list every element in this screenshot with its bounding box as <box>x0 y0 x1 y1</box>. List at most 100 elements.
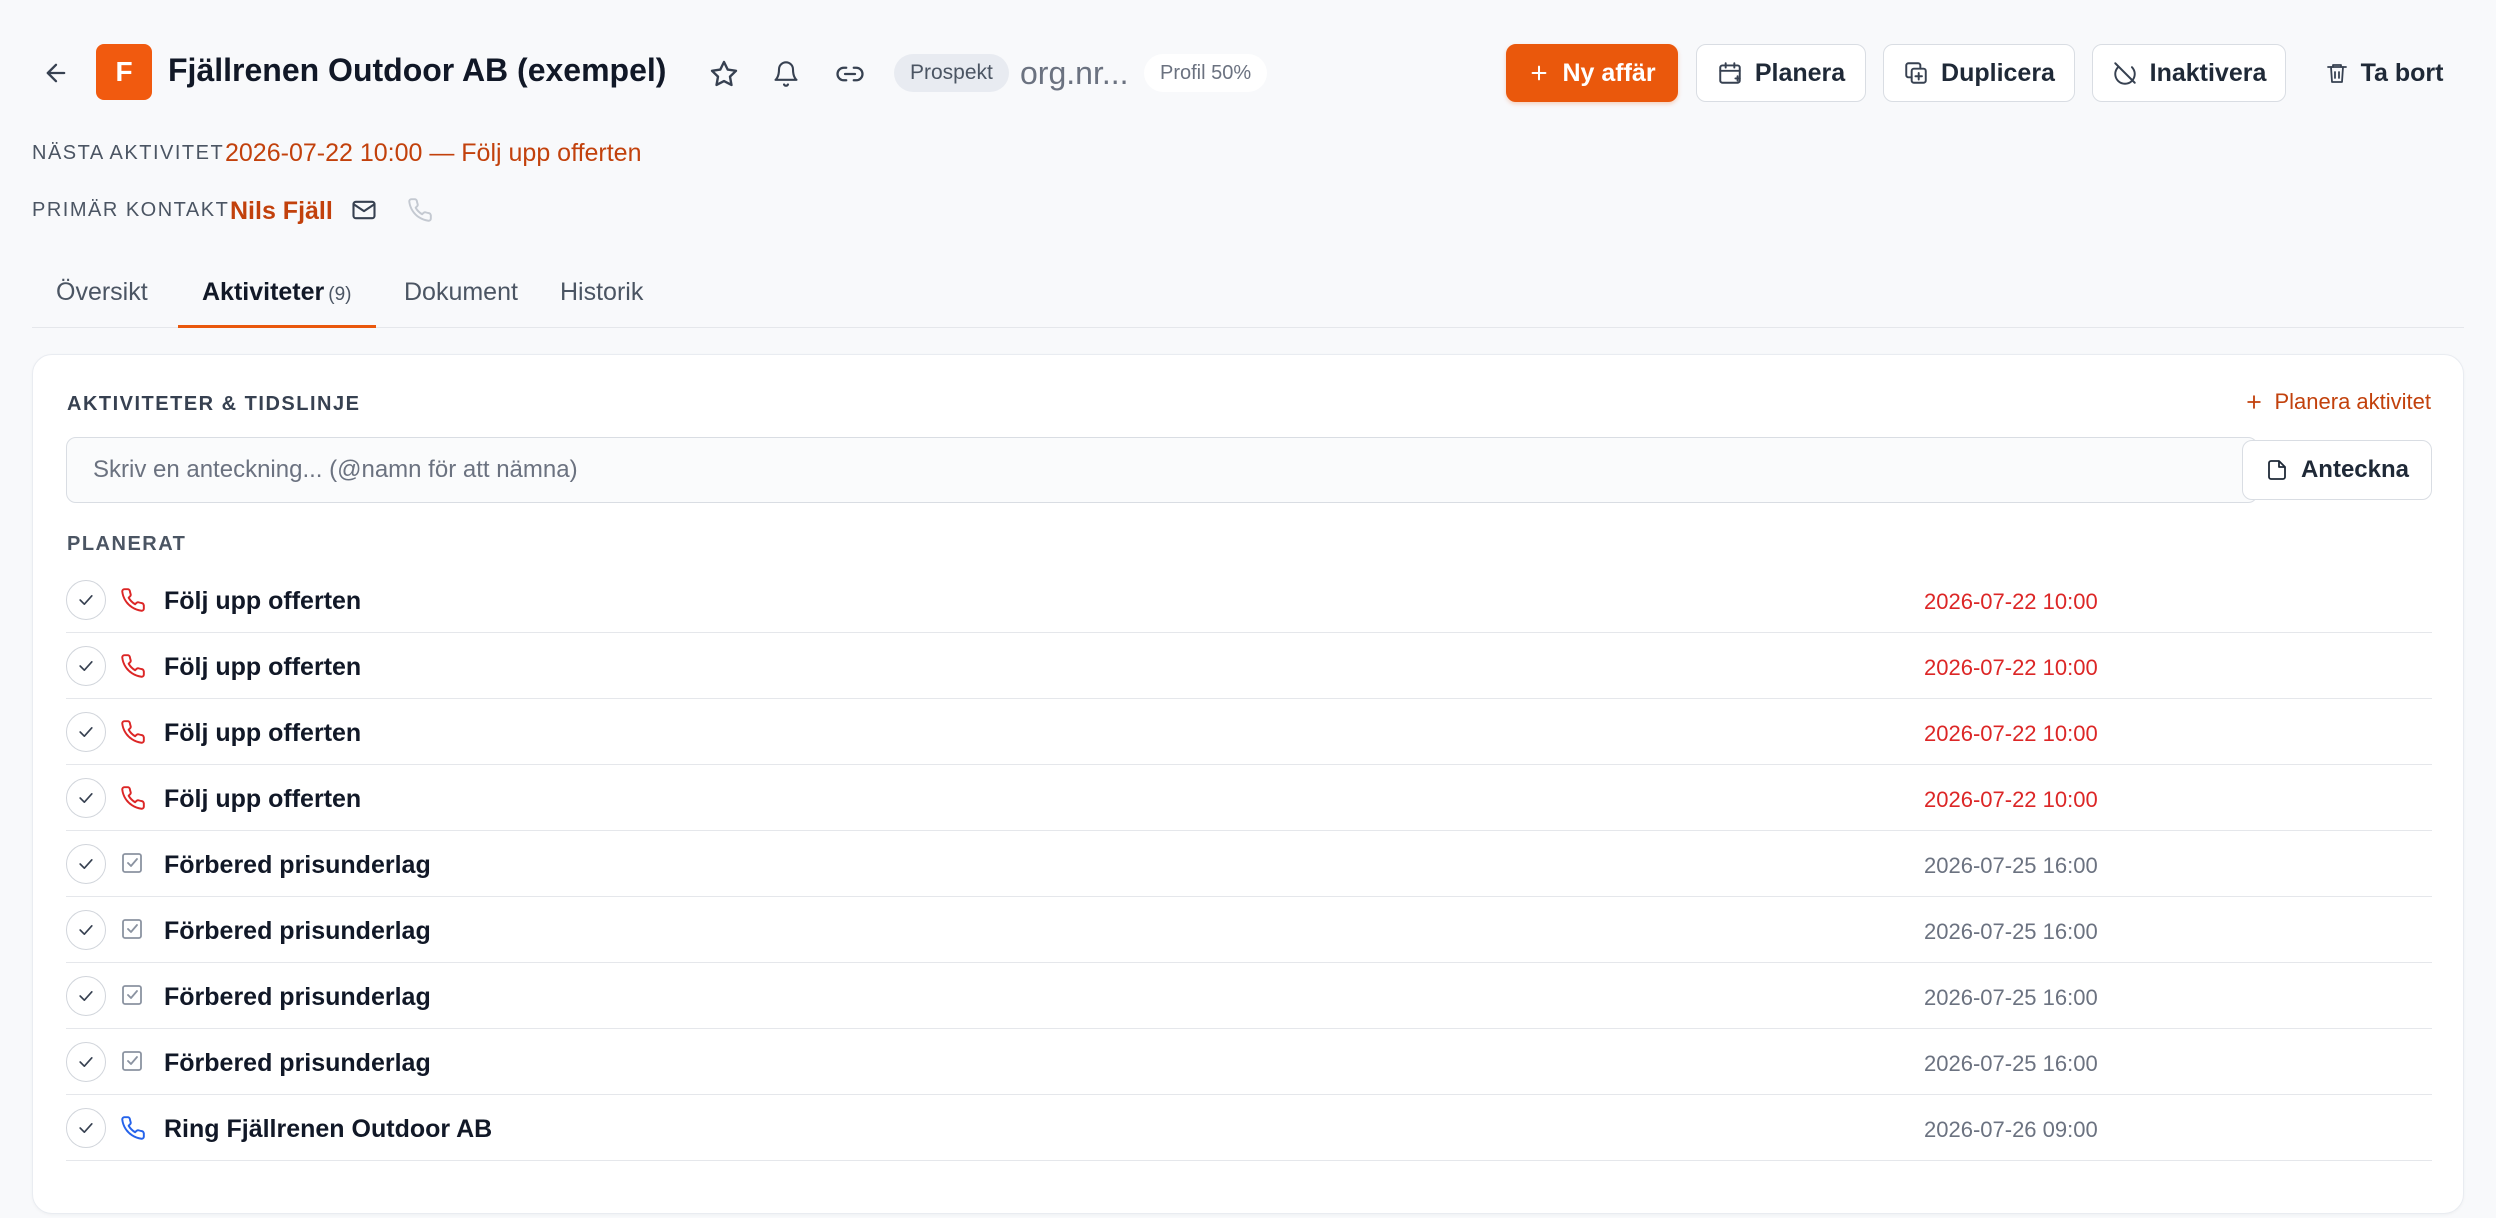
activity-row: Ring Fjällrenen Outdoor AB 2026-07-26 09:… <box>66 1095 2432 1161</box>
notify-button[interactable] <box>766 54 806 94</box>
check-icon <box>76 854 96 874</box>
email-contact-button[interactable] <box>348 194 380 226</box>
activity-title[interactable]: Förbered prisunderlag <box>164 1049 431 1078</box>
activity-date: 2026-07-25 16:00 <box>1924 985 2098 1010</box>
check-icon <box>76 1052 96 1072</box>
task-checkbox-icon <box>120 851 148 879</box>
complete-activity-button[interactable] <box>66 646 106 686</box>
delete-label: Ta bort <box>2360 58 2444 87</box>
complete-activity-button[interactable] <box>66 1108 106 1148</box>
card-title: AKTIVITETER & TIDSLINJE <box>67 393 361 415</box>
complete-activity-button[interactable] <box>66 910 106 950</box>
activity-date: 2026-07-22 10:00 <box>1924 787 2098 812</box>
trash-icon <box>2326 64 2347 83</box>
activity-row: Förbered prisunderlag 2026-07-25 16:00 <box>66 897 2432 963</box>
note-input[interactable] <box>66 437 2258 503</box>
tab-label: Översikt <box>56 278 148 306</box>
favorite-button[interactable] <box>704 54 744 94</box>
next-activity-link[interactable]: 2026-07-22 10:00 — Följ upp offerten <box>225 139 642 168</box>
activity-row: Följ upp offerten 2026-07-22 10:00 <box>66 567 2432 633</box>
check-icon <box>76 656 96 676</box>
call-contact-button[interactable] <box>404 194 436 226</box>
copy-link-button[interactable] <box>830 54 870 94</box>
activity-title[interactable]: Följ upp offerten <box>164 653 361 682</box>
file-icon <box>2268 460 2286 480</box>
org-number: org.nr... <box>1020 55 1129 91</box>
check-icon <box>76 1118 96 1138</box>
activity-date: 2026-07-22 10:00 <box>1924 655 2098 680</box>
plan-button[interactable]: Planera <box>1696 44 1866 102</box>
activity-title[interactable]: Följ upp offerten <box>164 719 361 748</box>
activity-title[interactable]: Förbered prisunderlag <box>164 983 431 1012</box>
copy-plus-icon <box>1905 62 1927 84</box>
company-logo: F <box>96 44 152 100</box>
complete-activity-button[interactable] <box>66 1042 106 1082</box>
activity-row: Följ upp offerten 2026-07-22 10:00 <box>66 633 2432 699</box>
add-note-label: Anteckna <box>2300 456 2410 483</box>
bell-icon <box>774 61 798 87</box>
check-icon <box>76 590 96 610</box>
new-deal-button[interactable]: Ny affär <box>1506 44 1678 102</box>
complete-activity-button[interactable] <box>66 580 106 620</box>
check-icon <box>76 920 96 940</box>
activity-title[interactable]: Förbered prisunderlag <box>164 917 431 946</box>
deactivate-button[interactable]: Inaktivera <box>2092 44 2286 102</box>
activity-date: 2026-07-22 10:00 <box>1924 721 2098 746</box>
phone-icon <box>120 587 148 615</box>
activities-card: AKTIVITETER & TIDSLINJE Planera aktivite… <box>32 354 2464 1214</box>
tab-overview[interactable]: Översikt <box>32 262 172 328</box>
activity-date: 2026-07-25 16:00 <box>1924 1051 2098 1076</box>
plus-icon <box>2247 395 2262 409</box>
arrow-left-icon <box>46 63 66 83</box>
plan-activity-link[interactable]: Planera aktivitet <box>2244 389 2431 415</box>
deactivate-label: Inaktivera <box>2149 58 2267 87</box>
activity-row: Förbered prisunderlag 2026-07-25 16:00 <box>66 831 2432 897</box>
plan-activity-label: Planera aktivitet <box>2274 389 2431 414</box>
duplicate-label: Duplicera <box>1941 58 2055 87</box>
phone-icon <box>120 719 148 747</box>
complete-activity-button[interactable] <box>66 778 106 818</box>
back-button[interactable] <box>38 55 74 91</box>
tab-documents[interactable]: Dokument <box>380 262 542 328</box>
check-icon <box>76 722 96 742</box>
activity-date: 2026-07-25 16:00 <box>1924 853 2098 878</box>
duplicate-button[interactable]: Duplicera <box>1883 44 2075 102</box>
check-icon <box>76 788 96 808</box>
activity-date: 2026-07-25 16:00 <box>1924 919 2098 944</box>
tab-label: Dokument <box>404 278 518 306</box>
planned-section-label: PLANERAT <box>67 533 187 555</box>
tab-history[interactable]: Historik <box>536 262 667 328</box>
complete-activity-button[interactable] <box>66 976 106 1016</box>
activity-row: Förbered prisunderlag 2026-07-25 16:00 <box>66 963 2432 1029</box>
tab-activities[interactable]: Aktiviteter (9) <box>178 262 376 328</box>
phone-icon <box>120 785 148 813</box>
primary-contact-link[interactable]: Nils Fjäll <box>230 197 333 226</box>
phone-disabled-icon <box>408 198 432 222</box>
activity-title[interactable]: Förbered prisunderlag <box>164 851 431 880</box>
phone-icon <box>120 1115 148 1143</box>
complete-activity-button[interactable] <box>66 712 106 752</box>
check-icon <box>76 986 96 1006</box>
activity-row: Förbered prisunderlag 2026-07-25 16:00 <box>66 1029 2432 1095</box>
new-deal-label: Ny affär <box>1562 58 1656 87</box>
tab-label: Aktiviteter <box>202 278 325 306</box>
add-note-button[interactable]: Anteckna <box>2242 440 2432 500</box>
activity-title[interactable]: Följ upp offerten <box>164 785 361 814</box>
activity-title[interactable]: Följ upp offerten <box>164 587 361 616</box>
calendar-plus-icon <box>1719 62 1741 84</box>
complete-activity-button[interactable] <box>66 844 106 884</box>
record-header: F Fjällrenen Outdoor AB (exempel) Prospe… <box>0 0 2496 225</box>
record-tabs: Översikt Aktiviteter (9) Dokument Histori… <box>32 262 2464 328</box>
plus-icon <box>1532 65 1547 81</box>
power-off-icon <box>2113 62 2136 85</box>
delete-button[interactable]: Ta bort <box>2304 44 2464 102</box>
link-icon <box>836 66 864 82</box>
phone-icon <box>120 653 148 681</box>
company-name: Fjällrenen Outdoor AB (exempel) <box>168 52 667 88</box>
plan-label: Planera <box>1754 58 1846 87</box>
task-checkbox-icon <box>120 1049 148 1077</box>
profile-completeness-badge: Profil 50% <box>1144 54 1268 92</box>
star-icon <box>710 60 738 87</box>
activity-date: 2026-07-22 10:00 <box>1924 589 2098 614</box>
activity-title[interactable]: Ring Fjällrenen Outdoor AB <box>164 1115 492 1144</box>
